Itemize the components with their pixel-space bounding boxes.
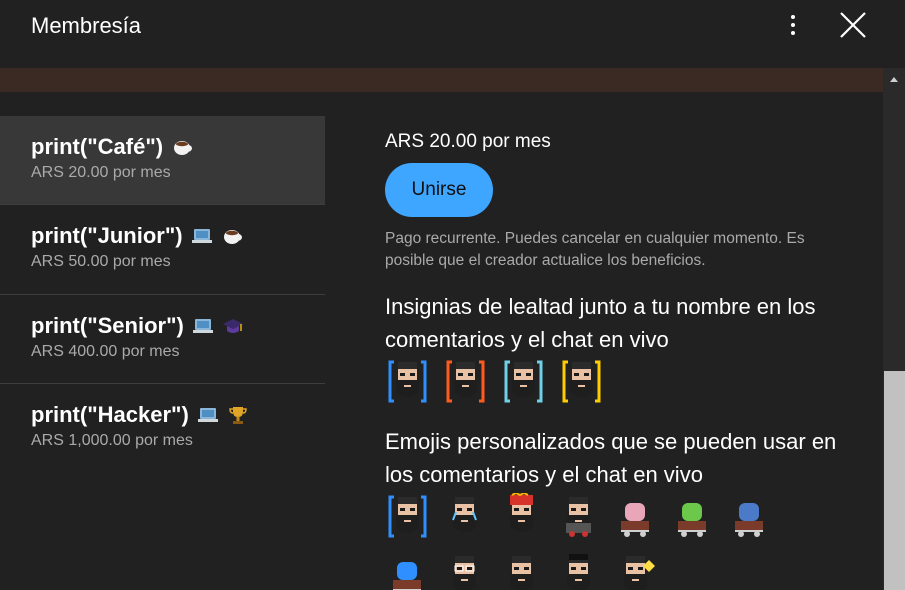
coffee-cup-icon	[223, 230, 242, 244]
tier-list: print("Café") ARS 20.00 por mes print("J…	[0, 116, 325, 474]
custom-emoji-12	[624, 556, 655, 590]
loyalty-badge-blue	[388, 360, 427, 403]
tier-name-row: print("Junior")	[31, 223, 325, 249]
scroll-up-arrow-icon[interactable]	[883, 72, 905, 86]
coffee-cup-icon	[174, 141, 193, 155]
more-dot	[791, 31, 795, 35]
custom-emoji-6	[678, 503, 706, 537]
selected-tier-price: ARS 20.00 por mes	[385, 131, 551, 152]
perk-emojis-title: Emojis personalizados que se pueden usar…	[385, 429, 837, 487]
channel-banner-strip	[0, 68, 883, 92]
tier-name: print("Hacker")	[31, 402, 189, 427]
graduation-cap-icon	[222, 319, 243, 333]
perk-badges-title: Insignias de lealtad junto a tu nombre e…	[385, 294, 816, 352]
dialog-title: Membresía	[31, 13, 142, 38]
tier-item-junior[interactable]: print("Junior") ARS 50.00 por mes	[0, 205, 325, 295]
tier-name-row: print("Hacker")	[31, 402, 325, 428]
laptop-icon	[192, 319, 213, 333]
custom-emoji-10	[510, 556, 533, 590]
tier-price: ARS 20.00 por mes	[31, 164, 171, 181]
join-button[interactable]: Unirse	[385, 163, 493, 217]
membership-content: print("Café") ARS 20.00 por mes print("J…	[0, 92, 883, 590]
tier-name-row: print("Senior")	[31, 313, 325, 339]
tier-price: ARS 400.00 por mes	[31, 343, 180, 360]
custom-emoji-2	[452, 497, 477, 532]
loyalty-badge-row	[385, 358, 865, 405]
custom-emoji-7	[735, 503, 763, 537]
custom-emoji-4	[566, 497, 591, 537]
tier-price: ARS 50.00 por mes	[31, 253, 171, 270]
tier-item-hacker[interactable]: print("Hacker") ARS 1,000.00 por mes	[0, 384, 325, 474]
tier-item-cafe[interactable]: print("Café") ARS 20.00 por mes	[0, 116, 325, 205]
custom-emoji-11	[567, 554, 590, 590]
tier-name-row: print("Café")	[31, 134, 325, 160]
custom-emoji-3	[510, 493, 533, 532]
custom-emoji-5	[621, 503, 649, 537]
custom-emoji-grid	[385, 493, 825, 590]
scrollbar[interactable]	[883, 68, 905, 590]
more-vertical-icon	[791, 15, 795, 19]
recurring-payment-notice: Pago recurrente. Puedes cancelar en cual…	[385, 230, 805, 269]
tier-name: print("Junior")	[31, 223, 183, 248]
scrollbar-thumb[interactable]	[884, 371, 905, 590]
tier-name: print("Café")	[31, 134, 164, 159]
tier-item-senior[interactable]: print("Senior") ARS 400.00 por mes	[0, 295, 325, 384]
laptop-icon	[197, 408, 218, 422]
close-icon[interactable]	[838, 10, 868, 40]
more-options-button[interactable]	[780, 10, 806, 40]
custom-emoji-8	[393, 562, 421, 590]
custom-emoji-1	[388, 495, 427, 538]
dialog-header: Membresía	[0, 0, 905, 68]
laptop-icon	[191, 229, 212, 243]
trophy-icon	[229, 407, 247, 424]
custom-emoji-9	[453, 556, 476, 590]
loyalty-badge-cyan	[504, 360, 543, 403]
loyalty-badge-yellow	[562, 360, 601, 403]
tier-price: ARS 1,000.00 por mes	[31, 432, 193, 449]
more-dot	[791, 23, 795, 27]
tier-name: print("Senior")	[31, 313, 184, 338]
tier-detail: ARS 20.00 por mes Unirse Pago recurrente…	[385, 131, 865, 590]
loyalty-badge-orange	[446, 360, 485, 403]
